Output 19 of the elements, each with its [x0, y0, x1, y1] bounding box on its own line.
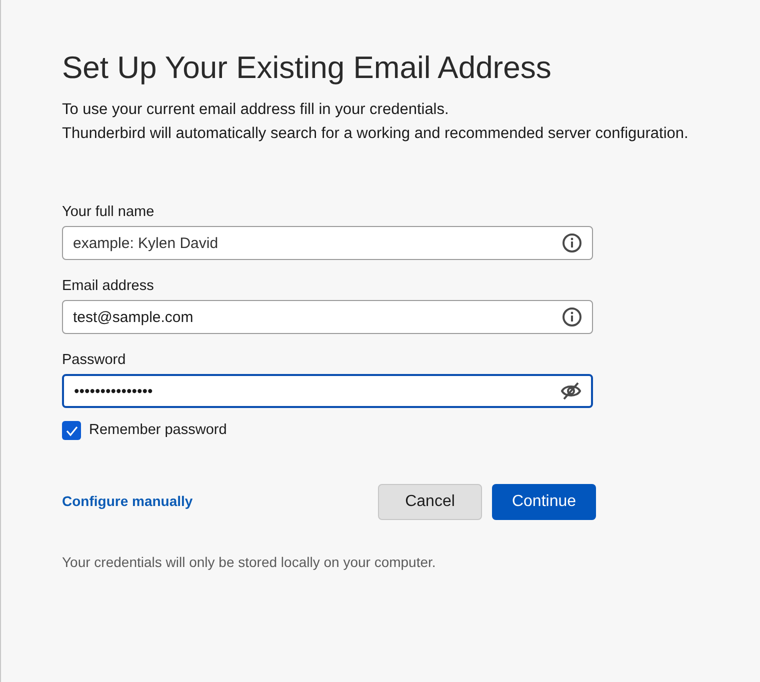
info-icon[interactable] — [562, 233, 582, 253]
cancel-button[interactable]: Cancel — [378, 484, 482, 520]
input-field[interactable]: example: Kylen David — [62, 226, 593, 260]
field-label: Password — [62, 351, 126, 370]
field-label: Email address — [62, 277, 154, 296]
continue-button[interactable]: Continue — [492, 484, 596, 520]
description-text: To use your current email address fill in your credentials. — [62, 100, 449, 120]
checkmark-icon — [64, 424, 78, 438]
description-text: Thunderbird will automatically search for a working and recommended server configuration. — [62, 124, 688, 144]
dialog-title: Set Up Your Existing Email Address — [62, 49, 552, 87]
checkbox[interactable] — [62, 421, 81, 440]
configure-manually-link[interactable]: Configure manually — [62, 491, 193, 512]
checkbox-label: Remember password — [89, 421, 227, 440]
input-field[interactable]: ••••••••••••••• — [62, 374, 593, 408]
footer-note: Your credentials will only be stored locally on your computer. — [62, 552, 436, 572]
field-label: Your full name — [62, 203, 154, 222]
eye-slash-icon[interactable] — [560, 381, 582, 401]
input-field[interactable]: test@sample.com — [62, 300, 593, 334]
info-icon[interactable] — [562, 307, 582, 327]
